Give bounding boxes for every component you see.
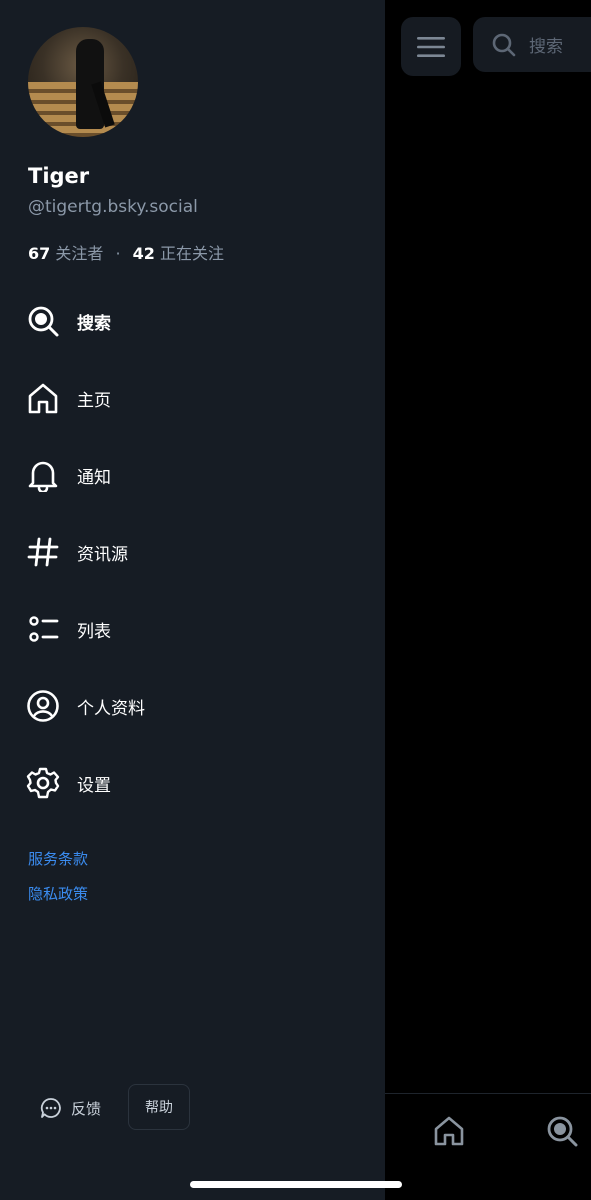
nav-item-label: 搜索 xyxy=(77,313,111,334)
nav-item-settings[interactable]: 设置 xyxy=(26,761,366,805)
nav-item-profile[interactable]: 个人资料 xyxy=(26,684,366,728)
list-icon xyxy=(26,612,60,646)
nav-item-notifications[interactable]: 通知 xyxy=(26,453,366,497)
nav-item-home[interactable]: 主页 xyxy=(26,376,366,420)
home-indicator xyxy=(190,1181,402,1188)
nav-item-lists[interactable]: 列表 xyxy=(26,607,366,651)
search-input[interactable]: 搜索 xyxy=(473,17,591,72)
nav-item-label: 通知 xyxy=(77,467,111,488)
privacy-policy-link[interactable]: 隐私政策 xyxy=(28,883,88,904)
screen: 搜索 Tiger @tigertg.bsky.social 67 关注者 · 4… xyxy=(0,0,591,1200)
side-drawer: Tiger @tigertg.bsky.social 67 关注者 · 42 正… xyxy=(0,0,385,1200)
feedback-button[interactable]: 反馈 xyxy=(40,1090,101,1126)
display-name: Tiger xyxy=(28,164,90,188)
search-icon[interactable] xyxy=(545,1114,579,1148)
hamburger-icon xyxy=(417,36,445,57)
search-icon xyxy=(492,33,516,56)
home-icon[interactable] xyxy=(432,1114,466,1148)
stats-separator: · xyxy=(115,244,121,263)
terms-of-service-link[interactable]: 服务条款 xyxy=(28,848,88,869)
nav-item-label: 设置 xyxy=(77,775,111,796)
home-icon xyxy=(26,381,60,415)
search-placeholder: 搜索 xyxy=(529,37,563,57)
followers-label: 关注者 xyxy=(55,244,104,263)
menu-button[interactable] xyxy=(401,17,461,76)
help-button[interactable]: 帮助 xyxy=(128,1084,190,1130)
nav-item-feeds[interactable]: 资讯源 xyxy=(26,530,366,574)
nav-item-label: 列表 xyxy=(77,621,111,642)
followers-count: 67 xyxy=(28,244,51,263)
gear-icon xyxy=(26,766,60,800)
search-icon xyxy=(26,304,60,338)
bell-icon xyxy=(26,458,60,492)
hashtag-icon xyxy=(26,535,60,569)
nav-item-label: 个人资料 xyxy=(77,698,145,719)
follow-stats: 67 关注者 · 42 正在关注 xyxy=(28,240,224,264)
handle: @tigertg.bsky.social xyxy=(28,197,198,217)
chat-bubble-icon xyxy=(40,1098,61,1118)
nav-item-label: 主页 xyxy=(77,390,111,411)
bottom-nav xyxy=(385,1093,591,1200)
following-count: 42 xyxy=(132,244,155,263)
nav-item-label: 资讯源 xyxy=(77,544,128,565)
following-label: 正在关注 xyxy=(160,244,225,263)
user-circle-icon xyxy=(26,689,60,723)
avatar[interactable] xyxy=(28,27,138,137)
nav-item-search[interactable]: 搜索 xyxy=(26,299,366,343)
feedback-label: 反馈 xyxy=(71,1099,102,1118)
